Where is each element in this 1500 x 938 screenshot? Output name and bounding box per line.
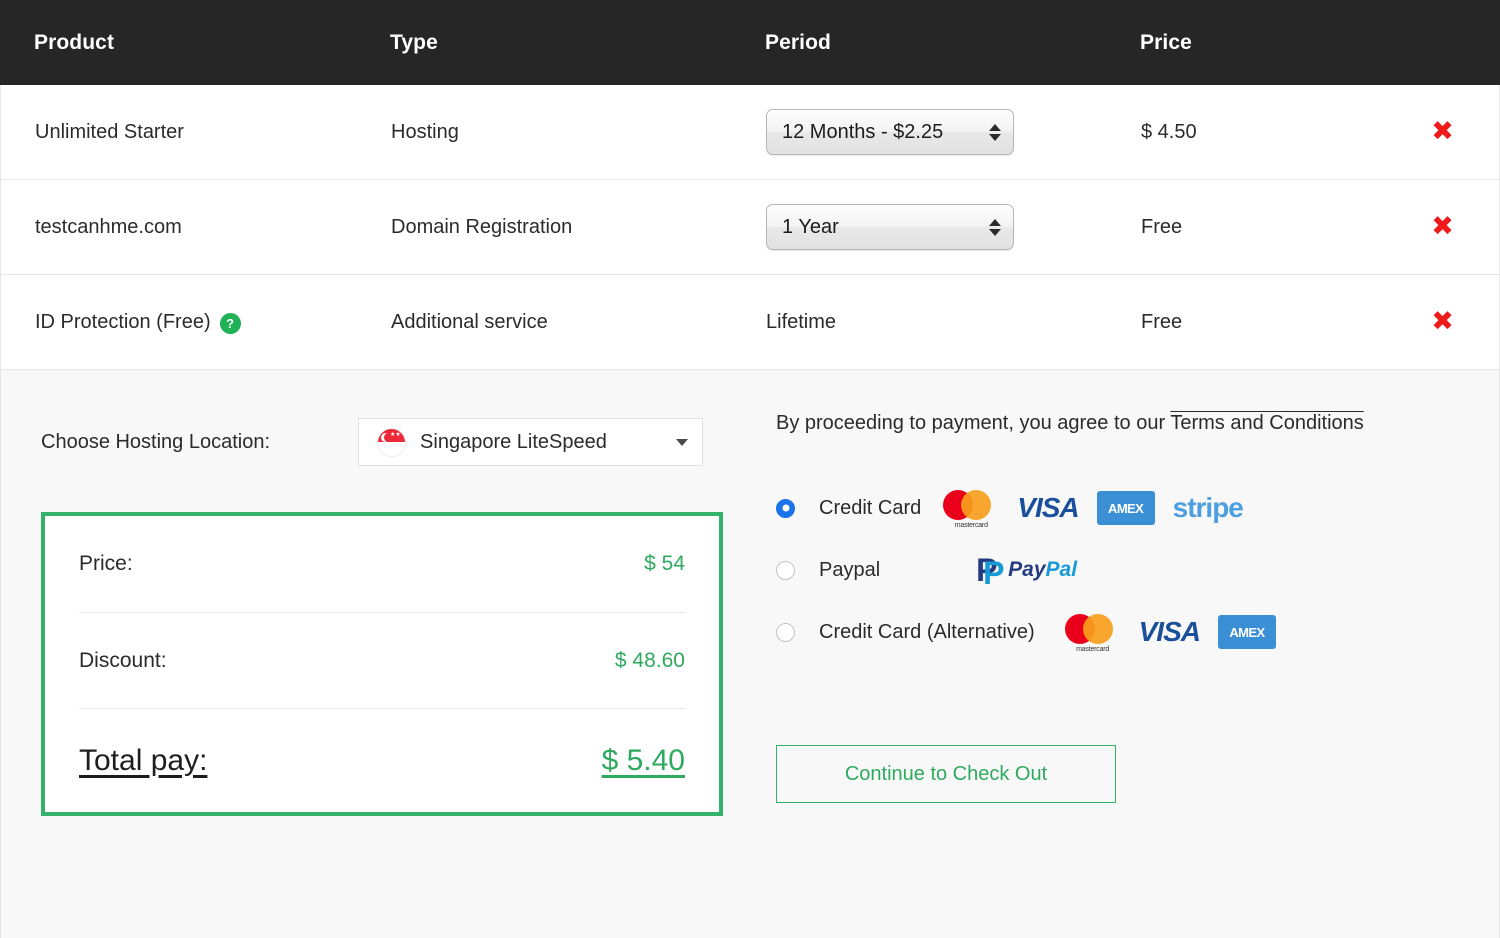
cart-table-header: Product Type Period Price: [0, 0, 1500, 85]
table-row: ID Protection (Free) ? Additional servic…: [0, 275, 1500, 370]
price-label: Price:: [79, 552, 133, 575]
row-period-cell: 1 Year: [766, 204, 1141, 250]
hosting-location-value: Singapore LiteSpeed: [420, 430, 607, 453]
payment-logos: PP PayPal: [976, 552, 1078, 591]
panel-left-column: Choose Hosting Location: ★★ Singapore Li…: [1, 370, 751, 938]
mastercard-logo-icon: mastercard: [943, 488, 999, 529]
continue-to-checkout-button[interactable]: Continue to Check Out: [776, 745, 1116, 803]
row-product-cell: Unlimited Starter: [1, 121, 391, 144]
mastercard-wordmark: mastercard: [954, 522, 988, 529]
mastercard-logo-icon: mastercard: [1064, 612, 1121, 653]
discount-label: Discount:: [79, 648, 167, 672]
period-select-value: 1 Year: [782, 215, 839, 238]
paypal-logo-icon: PP PayPal: [976, 552, 1078, 591]
radio-credit-card-alternative[interactable]: [776, 622, 795, 642]
close-x-icon[interactable]: ✖: [1431, 118, 1454, 145]
paypal-wordmark-pal: Pal: [1045, 558, 1078, 581]
paypal-mark-icon: PP: [976, 552, 1005, 591]
period-select-value: 12 Months - $2.25: [782, 120, 944, 143]
hosting-location-dropdown[interactable]: ★★ Singapore LiteSpeed: [358, 418, 704, 466]
row-price-cell: Free: [1141, 310, 1183, 333]
column-header-product: Product: [34, 30, 115, 54]
row-type-cell: Hosting: [391, 120, 459, 143]
summary-row-price: Price: $ 54: [79, 516, 685, 612]
payment-option-paypal[interactable]: Paypal PP PayPal: [776, 539, 1469, 601]
payment-option-credit-card[interactable]: Credit Card mastercard VISA AMEX stripe: [776, 477, 1469, 539]
radio-paypal[interactable]: [776, 560, 795, 580]
row-period-cell: Lifetime: [766, 310, 837, 333]
visa-logo-icon: VISA: [1138, 616, 1201, 647]
payment-logos: mastercard VISA AMEX stripe: [943, 488, 1244, 529]
row-product-cell: testcanhme.com: [1, 216, 391, 239]
price-value: $ 54: [644, 552, 685, 575]
amex-logo-icon: AMEX: [1217, 615, 1276, 649]
close-x-icon[interactable]: ✖: [1431, 308, 1454, 335]
period-select-domain[interactable]: 1 Year: [766, 204, 1014, 250]
panel-right-column: By proceeding to payment, you agree to o…: [751, 370, 1499, 938]
radio-credit-card[interactable]: [776, 498, 795, 518]
terms-text: By proceeding to payment, you agree to o…: [776, 412, 1469, 435]
product-name: Unlimited Starter: [35, 120, 184, 143]
close-x-icon[interactable]: ✖: [1431, 213, 1454, 240]
payment-method-list: Credit Card mastercard VISA AMEX stripe: [776, 477, 1469, 663]
row-remove-cell: ✖: [1386, 213, 1499, 241]
total-pay-label: Total pay:: [79, 743, 208, 777]
hosting-location-label: Choose Hosting Location:: [41, 430, 271, 453]
row-price-cell: $ 4.50: [1141, 120, 1197, 143]
payment-option-label: Credit Card (Alternative): [819, 620, 1035, 643]
product-name: testcanhme.com: [35, 215, 182, 238]
price-summary-box: Price: $ 54 Discount: $ 48.60 Total pay:…: [41, 512, 723, 816]
payment-logos: mastercard VISA AMEX: [1064, 612, 1276, 653]
row-type-cell: Domain Registration: [391, 215, 573, 238]
summary-row-total: Total pay: $ 5.40: [79, 708, 685, 812]
table-row: testcanhme.com Domain Registration 1 Yea…: [0, 180, 1500, 275]
row-product-cell: ID Protection (Free) ?: [1, 311, 391, 334]
stepper-arrows-icon: [983, 123, 1013, 141]
discount-value: $ 48.60: [614, 648, 685, 672]
product-name: ID Protection (Free): [35, 310, 211, 333]
column-header-period: Period: [765, 30, 831, 54]
period-select-hosting[interactable]: 12 Months - $2.25: [766, 109, 1014, 155]
help-question-icon[interactable]: ?: [219, 312, 241, 334]
visa-logo-icon: VISA: [1017, 492, 1079, 523]
stripe-logo-icon: stripe: [1172, 492, 1244, 523]
chevron-down-icon: [676, 438, 689, 446]
table-row: Unlimited Starter Hosting 12 Months - $2…: [0, 85, 1500, 180]
column-header-type: Type: [390, 30, 438, 54]
checkout-page: Product Type Period Price Unlimited Star…: [0, 0, 1500, 938]
mastercard-wordmark: mastercard: [1076, 646, 1110, 653]
row-price-cell: Free: [1141, 215, 1183, 238]
checkout-panel: Choose Hosting Location: ★★ Singapore Li…: [0, 370, 1500, 938]
terms-prefix: By proceeding to payment, you agree to o…: [776, 412, 1171, 434]
row-remove-cell: ✖: [1386, 308, 1499, 336]
row-remove-cell: ✖: [1386, 118, 1499, 146]
singapore-flag-icon: ★★: [377, 427, 407, 457]
payment-option-credit-card-alternative[interactable]: Credit Card (Alternative) mastercard VIS…: [776, 601, 1469, 663]
row-type-cell: Additional service: [391, 310, 548, 333]
hosting-location-row: Choose Hosting Location: ★★ Singapore Li…: [41, 418, 721, 466]
payment-option-label: Paypal: [819, 558, 881, 581]
terms-and-conditions-link[interactable]: Terms and Conditions: [1170, 412, 1363, 434]
amex-logo-icon: AMEX: [1096, 491, 1155, 525]
stepper-arrows-icon: [983, 218, 1013, 236]
total-pay-value: $ 5.40: [601, 743, 685, 777]
column-header-price: Price: [1140, 30, 1192, 54]
summary-row-discount: Discount: $ 48.60: [79, 612, 685, 708]
paypal-wordmark-pay: Pay: [1008, 558, 1046, 581]
payment-option-label: Credit Card: [819, 496, 922, 519]
row-period-cell: 12 Months - $2.25: [766, 109, 1141, 155]
